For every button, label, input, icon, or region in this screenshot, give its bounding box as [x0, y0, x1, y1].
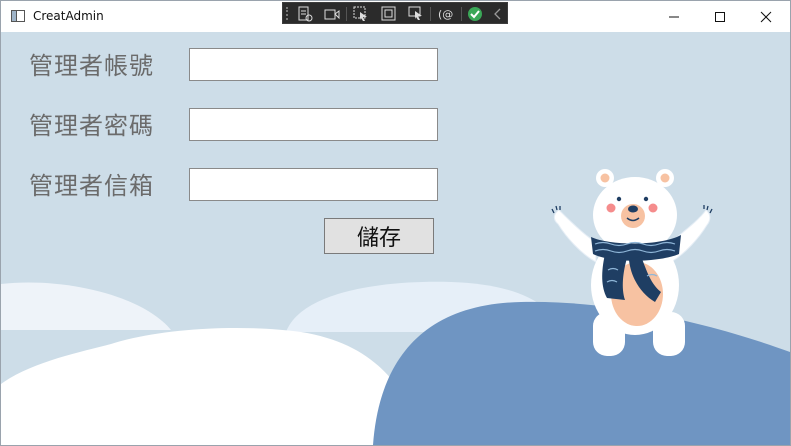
admin-password-label: 管理者密碼 — [29, 112, 154, 140]
minimize-icon — [669, 16, 679, 17]
maximize-icon — [715, 11, 725, 22]
close-icon — [760, 11, 772, 22]
main-content: 管理者帳號 管理者密碼 管理者信箱 儲存 — [1, 32, 790, 445]
debug-toolbar: (@) — [282, 2, 508, 24]
binding-failures-icon[interactable]: (@) — [436, 5, 454, 23]
svg-text:(@): (@) — [438, 8, 454, 21]
collapse-toolbar-icon[interactable] — [489, 5, 507, 23]
track-focused-element-icon[interactable] — [407, 5, 425, 23]
title-bar[interactable]: CreatAdmin (@ — [1, 1, 790, 32]
hot-reload-icon[interactable] — [466, 5, 484, 23]
track-focus-icon[interactable] — [323, 5, 341, 23]
app-window: CreatAdmin (@ 管理者帳號 管理者密碼 管理者信箱 儲存 — [0, 0, 791, 446]
admin-account-label: 管理者帳號 — [29, 52, 154, 80]
display-adorners-icon[interactable] — [380, 5, 398, 23]
save-button[interactable]: 儲存 — [324, 218, 434, 254]
select-element-icon[interactable] — [352, 5, 370, 23]
admin-email-label: 管理者信箱 — [29, 172, 154, 200]
app-icon — [11, 10, 25, 22]
live-visual-tree-icon[interactable] — [296, 5, 314, 23]
toolbar-grip[interactable] — [286, 7, 292, 20]
window-title: CreatAdmin — [33, 9, 104, 23]
admin-email-input[interactable] — [189, 168, 438, 201]
admin-password-input[interactable] — [189, 108, 438, 141]
close-button[interactable] — [743, 1, 789, 32]
maximize-button[interactable] — [697, 1, 743, 32]
admin-account-input[interactable] — [189, 48, 438, 81]
minimize-button[interactable] — [651, 1, 697, 32]
